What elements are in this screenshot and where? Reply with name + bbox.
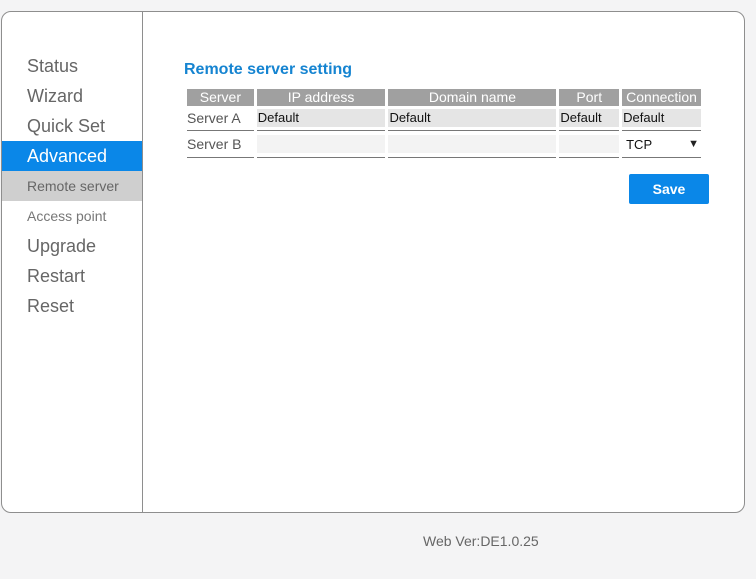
server-b-connection-value: TCP	[626, 136, 653, 152]
sidebar-item-wizard[interactable]: Wizard	[2, 81, 142, 111]
table-row: Server A Default Default Default Default	[187, 106, 701, 131]
content-panel: Remote server setting Server IP address …	[144, 12, 744, 512]
server-table: Server IP address Domain name Port Conne…	[184, 89, 704, 158]
server-b-ip-input[interactable]	[256, 135, 386, 153]
sidebar-item-reset[interactable]: Reset	[2, 291, 142, 321]
server-a-connection-input[interactable]: Default	[622, 109, 701, 127]
server-b-connection-select[interactable]: TCP ▼	[622, 134, 701, 154]
version-footer: Web Ver:DE1.0.25	[423, 533, 539, 549]
sidebar-item-upgrade[interactable]: Upgrade	[2, 231, 142, 261]
server-a-domain-input[interactable]: Default	[388, 109, 557, 127]
table-header-row: Server IP address Domain name Port Conne…	[187, 89, 701, 106]
server-b-port-input[interactable]	[559, 135, 620, 153]
table-row: Server B TCP ▼	[187, 131, 701, 158]
column-header-domain-name: Domain name	[388, 89, 557, 106]
column-header-port: Port	[559, 89, 620, 106]
sidebar-item-quick-set[interactable]: Quick Set	[2, 111, 142, 141]
sidebar: Status Wizard Quick Set Advanced Remote …	[2, 12, 143, 512]
sidebar-subitem-remote-server[interactable]: Remote server	[2, 171, 142, 201]
server-a-label: Server A	[187, 106, 254, 131]
server-b-label: Server B	[187, 131, 254, 158]
column-header-ip-address: IP address	[256, 89, 386, 106]
server-b-domain-input[interactable]	[388, 135, 557, 153]
column-header-connection: Connection	[622, 89, 701, 106]
server-a-ip-input[interactable]: Default	[256, 109, 386, 127]
sidebar-item-advanced[interactable]: Advanced	[2, 141, 142, 171]
server-a-port-input[interactable]: Default	[559, 109, 620, 127]
main-frame: Status Wizard Quick Set Advanced Remote …	[1, 11, 745, 513]
page-title: Remote server setting	[184, 61, 353, 78]
column-header-server: Server	[187, 89, 254, 106]
sidebar-item-status[interactable]: Status	[2, 51, 142, 81]
sidebar-subitem-access-point[interactable]: Access point	[2, 201, 142, 231]
sidebar-item-restart[interactable]: Restart	[2, 261, 142, 291]
save-button[interactable]: Save	[629, 174, 709, 204]
chevron-down-icon: ▼	[688, 137, 699, 150]
